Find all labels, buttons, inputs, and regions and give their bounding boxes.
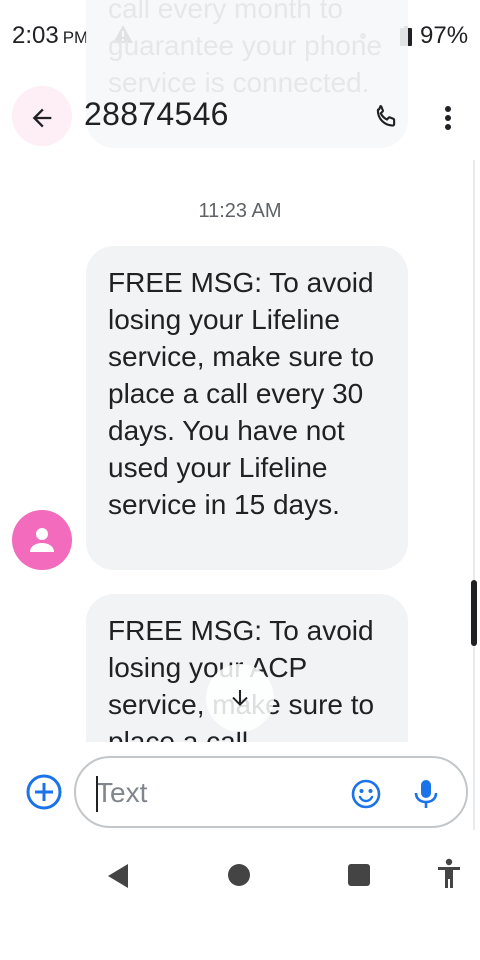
battery-level: 97% (420, 22, 469, 49)
message-composer (0, 750, 480, 836)
accessibility-button[interactable] (436, 858, 462, 895)
jump-to-bottom-button[interactable] (206, 664, 274, 732)
system-navigation-bar (0, 840, 480, 912)
emoji-icon (351, 779, 381, 809)
mic-icon (414, 780, 438, 808)
text-cursor (96, 776, 98, 812)
arrow-down-icon (232, 690, 248, 706)
status-time-ampm: PM (62, 28, 89, 47)
more-options-button[interactable] (426, 96, 470, 140)
nav-recents-button[interactable] (348, 864, 370, 886)
scrollbar-thumb[interactable] (471, 580, 477, 646)
attach-button[interactable] (24, 772, 64, 812)
voice-input-button[interactable] (406, 774, 446, 814)
text-input-container[interactable] (74, 756, 468, 828)
message-bubble[interactable]: FREE MSG: To avoid losing your Lifeline … (86, 246, 408, 570)
nav-back-button[interactable] (104, 862, 130, 895)
person-icon (30, 528, 54, 552)
nav-back-icon (108, 864, 128, 888)
more-vert-icon (445, 106, 451, 130)
nav-home-button[interactable] (228, 864, 250, 886)
back-button[interactable] (20, 96, 64, 140)
status-time: 2:03 PM (12, 22, 88, 50)
emoji-button[interactable] (346, 774, 386, 814)
contact-title: 28874546 (84, 96, 229, 132)
message-timestamp: 11:23 AM (198, 200, 282, 222)
accessibility-icon (438, 858, 460, 888)
scrollbar-track[interactable] (473, 160, 475, 830)
contact-avatar[interactable] (12, 510, 72, 570)
conversation-header: 28874546 (0, 72, 480, 162)
message-text-input[interactable] (96, 776, 336, 810)
arrow-left-icon (32, 108, 52, 128)
add-circle-icon (26, 774, 62, 810)
call-button[interactable] (364, 96, 408, 140)
phone-icon (376, 105, 396, 127)
status-time-value: 2:03 (12, 22, 59, 49)
